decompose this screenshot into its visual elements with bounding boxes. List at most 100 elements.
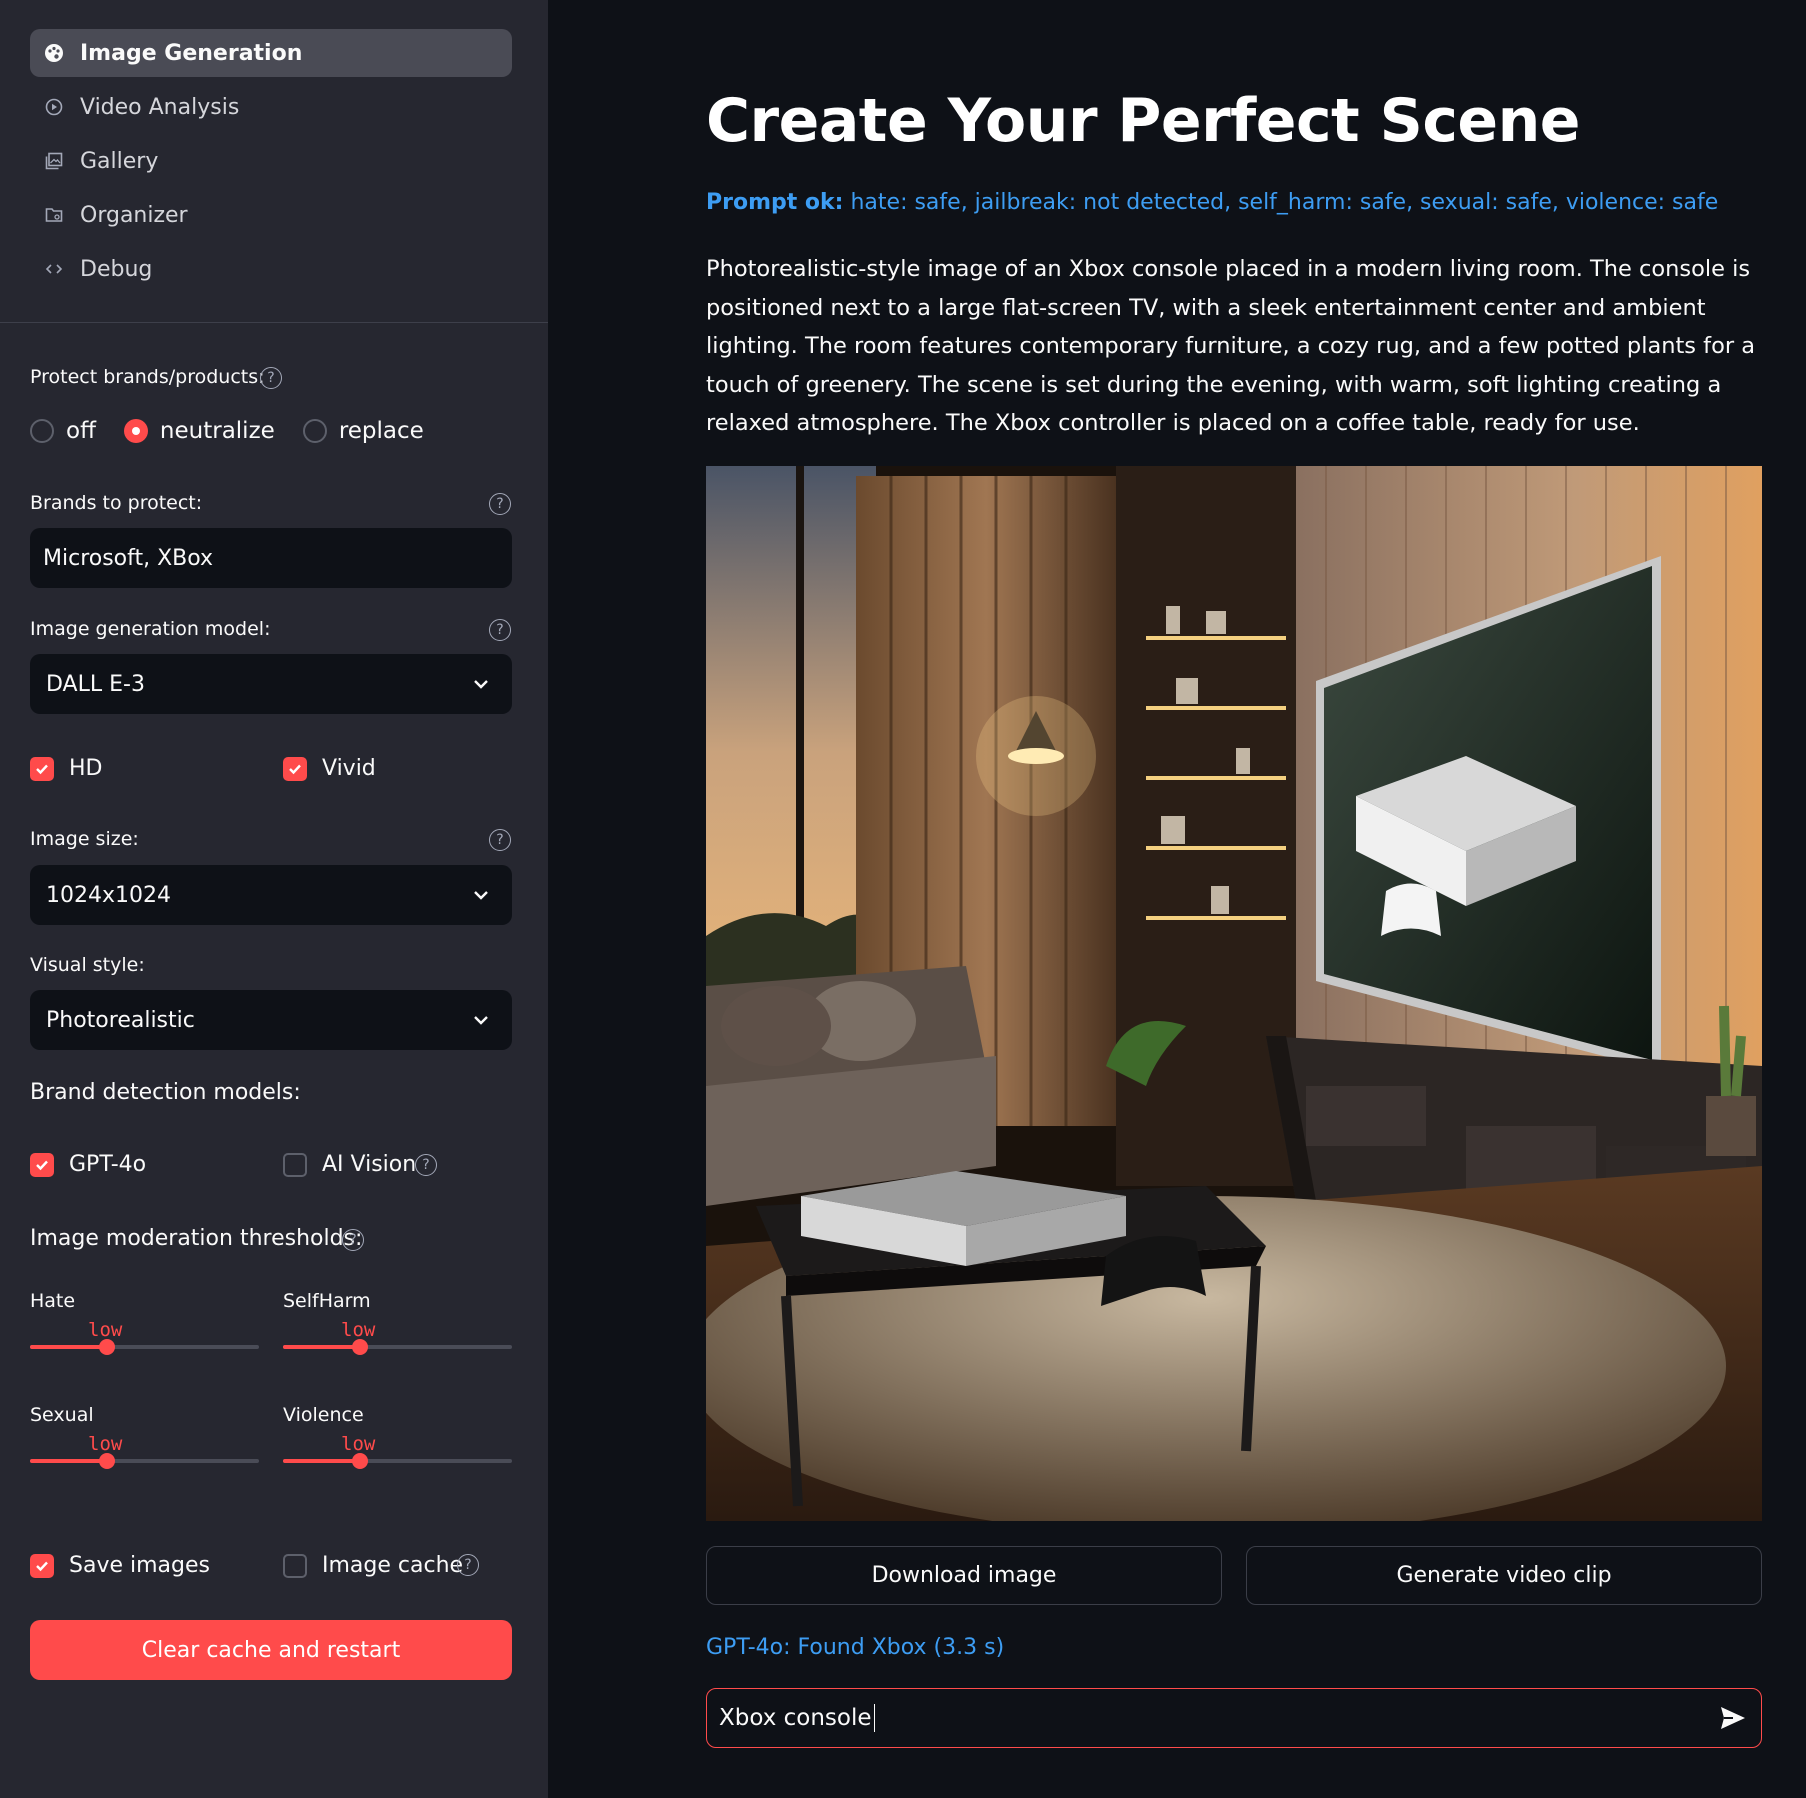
nav-label: Image Generation: [80, 40, 303, 66]
slider-fill: [283, 1459, 360, 1463]
help-icon[interactable]: ?: [489, 829, 511, 851]
detection-result: GPT-4o: Found Xbox (3.3 s): [706, 1635, 1005, 1660]
help-icon[interactable]: ?: [415, 1154, 437, 1176]
code-icon: [44, 259, 64, 279]
nav-label: Video Analysis: [80, 94, 240, 120]
slider-name: Sexual: [30, 1404, 94, 1426]
slider-selfharm[interactable]: SelfHarm low: [283, 1290, 512, 1370]
slider-thumb[interactable]: [352, 1453, 368, 1469]
slider-name: Hate: [30, 1290, 76, 1312]
protect-radio-group: off neutralize replace: [30, 418, 452, 444]
sidebar-divider: [0, 322, 548, 323]
radio-circle-selected: [123, 419, 148, 443]
ai-vision-checkbox[interactable]: AI Vision: [283, 1152, 416, 1177]
slider-value: low: [341, 1319, 376, 1341]
generated-image: [706, 466, 1762, 1521]
size-select[interactable]: 1024x1024: [30, 865, 512, 925]
help-icon[interactable]: ?: [489, 493, 511, 515]
nav-item-gallery[interactable]: Gallery: [30, 137, 512, 185]
slider-fill: [283, 1345, 360, 1349]
slider-value: low: [88, 1433, 123, 1455]
nav-label: Organizer: [80, 202, 188, 228]
radio-label: neutralize: [159, 418, 275, 444]
nav-label: Debug: [80, 256, 153, 282]
radio-label: replace: [338, 418, 424, 444]
slider-thumb[interactable]: [99, 1453, 115, 1469]
slider-sexual[interactable]: Sexual low: [30, 1404, 259, 1484]
nav-item-video-analysis[interactable]: Video Analysis: [30, 83, 512, 131]
slider-name: SelfHarm: [283, 1290, 371, 1312]
chat-input[interactable]: Xbox console: [706, 1688, 1762, 1748]
download-image-button[interactable]: Download image: [706, 1546, 1222, 1605]
size-label: Image size:: [30, 828, 139, 850]
text-caret: [873, 1704, 876, 1732]
image-description: Photorealistic-style image of an Xbox co…: [706, 256, 1756, 436]
status-text: hate: safe, jailbreak: not detected, sel…: [843, 190, 1719, 215]
play-circle-icon: [44, 97, 64, 117]
checkbox-label: Vivid: [322, 756, 376, 781]
page-title: Create Your Perfect Scene: [706, 86, 1581, 156]
prompt-status: Prompt ok: hate: safe, jailbreak: not de…: [706, 190, 1718, 215]
slider-name: Violence: [283, 1404, 364, 1426]
checkbox-checked: [30, 756, 54, 781]
checkbox-label: GPT-4o: [69, 1152, 147, 1177]
hd-checkbox[interactable]: HD: [30, 756, 102, 781]
style-select[interactable]: Photorealistic: [30, 990, 512, 1050]
generate-video-button[interactable]: Generate video clip: [1246, 1546, 1762, 1605]
nav-item-debug[interactable]: Debug: [30, 245, 512, 293]
slider-thumb[interactable]: [352, 1339, 368, 1355]
checkbox-label: AI Vision: [322, 1152, 417, 1177]
sidebar-nav: Image Generation Video Analysis Gallery …: [30, 29, 512, 299]
protect-label: Protect brands/products:: [30, 366, 265, 388]
chevron-down-icon: [472, 1010, 490, 1035]
help-icon[interactable]: ?: [457, 1554, 479, 1576]
chevron-down-icon: [472, 885, 490, 910]
radio-label: off: [66, 418, 96, 444]
model-select[interactable]: DALL E-3: [30, 654, 512, 714]
gpt4o-checkbox[interactable]: GPT-4o: [30, 1152, 146, 1177]
checkbox-checked: [30, 1553, 54, 1578]
checkbox-label: Save images: [69, 1553, 210, 1578]
chevron-down-icon: [472, 674, 490, 699]
checkbox-label: HD: [69, 756, 103, 781]
radio-circle: [30, 419, 54, 443]
checkbox-unchecked: [283, 1152, 307, 1177]
help-icon[interactable]: ?: [260, 367, 282, 389]
status-prefix: Prompt ok:: [706, 190, 844, 215]
help-icon[interactable]: ?: [342, 1229, 364, 1251]
clear-cache-button[interactable]: Clear cache and restart: [30, 1620, 512, 1680]
model-label: Image generation model:: [30, 618, 271, 640]
model-value: DALL E-3: [46, 671, 145, 697]
detection-label: Brand detection models:: [30, 1080, 301, 1105]
checkbox-label: Image cache: [322, 1553, 464, 1578]
slider-fill: [30, 1459, 107, 1463]
size-value: 1024x1024: [46, 882, 171, 908]
slider-hate[interactable]: Hate low: [30, 1290, 259, 1370]
style-value: Photorealistic: [46, 1007, 195, 1033]
brands-input[interactable]: Microsoft, XBox: [30, 528, 512, 588]
nav-item-image-generation[interactable]: Image Generation: [30, 29, 512, 77]
image-cache-checkbox[interactable]: Image cache: [283, 1553, 463, 1578]
radio-off[interactable]: off: [30, 418, 96, 444]
moderation-label: Image moderation thresholds:: [30, 1226, 363, 1251]
sidebar: Image Generation Video Analysis Gallery …: [0, 0, 548, 1798]
radio-circle: [302, 419, 327, 443]
checkbox-checked: [283, 756, 307, 781]
help-icon[interactable]: ?: [489, 619, 511, 641]
slider-thumb[interactable]: [99, 1339, 115, 1355]
palette-icon: [44, 43, 64, 63]
nav-item-organizer[interactable]: Organizer: [30, 191, 512, 239]
gallery-icon: [44, 151, 64, 171]
send-icon[interactable]: [1719, 1705, 1747, 1737]
checkbox-checked: [30, 1152, 54, 1177]
slider-value: low: [88, 1319, 123, 1341]
checkbox-unchecked: [283, 1553, 307, 1578]
radio-replace[interactable]: replace: [302, 418, 424, 444]
save-images-checkbox[interactable]: Save images: [30, 1553, 210, 1578]
radio-neutralize[interactable]: neutralize: [123, 418, 275, 444]
vivid-checkbox[interactable]: Vivid: [283, 756, 376, 781]
style-label: Visual style:: [30, 954, 145, 976]
chat-input-value: Xbox console: [719, 1705, 872, 1731]
slider-violence[interactable]: Violence low: [283, 1404, 512, 1484]
folder-icon: [44, 205, 64, 225]
